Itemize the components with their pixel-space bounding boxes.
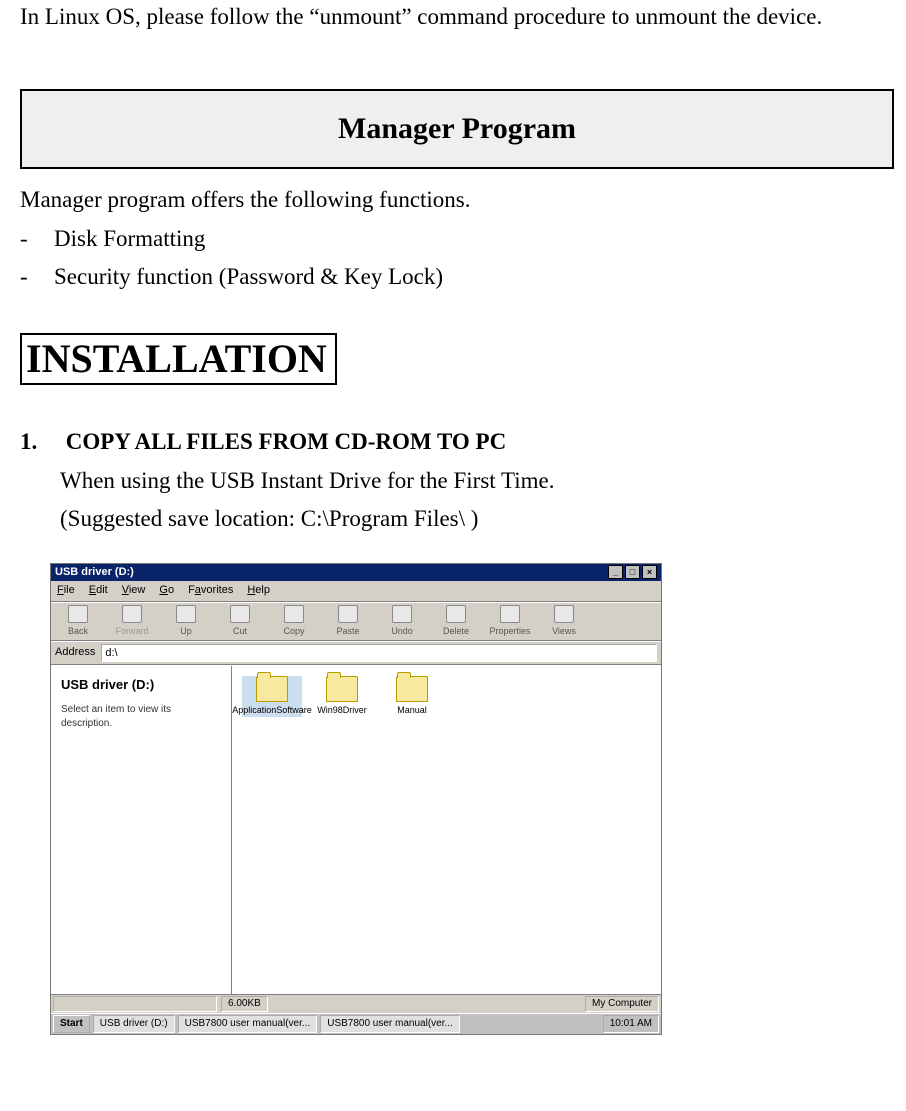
- window-controls: _ □ ×: [608, 565, 657, 579]
- folder-item[interactable]: ApplicationSoftware: [242, 676, 302, 717]
- taskbar-task[interactable]: USB7800 user manual(ver...: [320, 1015, 460, 1033]
- menu-file[interactable]: FFileile: [57, 583, 75, 599]
- menu-edit[interactable]: Edit: [89, 583, 108, 599]
- taskbar-task[interactable]: USB7800 user manual(ver...: [178, 1015, 318, 1033]
- installation-heading-text: INSTALLATION: [26, 336, 327, 381]
- folder-label: ApplicationSoftware: [232, 704, 312, 717]
- up-icon: [176, 605, 196, 623]
- copy-button[interactable]: Copy: [271, 605, 317, 638]
- address-input[interactable]: [101, 644, 657, 662]
- delete-button[interactable]: Delete: [433, 605, 479, 638]
- list-item-label: Disk Formatting: [54, 222, 205, 255]
- maximize-button[interactable]: □: [625, 565, 640, 579]
- left-pane: USB driver (D:) Select an item to view i…: [51, 666, 232, 994]
- list-item-label: Security function (Password & Key Lock): [54, 260, 443, 293]
- folder-icon: [326, 676, 358, 702]
- left-pane-title: USB driver (D:): [61, 676, 221, 695]
- taskbar: Start USB driver (D:) USB7800 user manua…: [51, 1013, 661, 1034]
- explorer-body: USB driver (D:) Select an item to view i…: [51, 665, 661, 994]
- folder-label: Manual: [397, 704, 427, 717]
- status-location: My Computer: [585, 996, 659, 1012]
- menu-view[interactable]: View: [122, 583, 146, 599]
- folder-item[interactable]: Win98Driver: [312, 676, 372, 717]
- step-title: COPY ALL FILES FROM CD-ROM TO PC: [66, 429, 506, 454]
- minimize-button[interactable]: _: [608, 565, 623, 579]
- close-button[interactable]: ×: [642, 565, 657, 579]
- menu-help[interactable]: Help: [247, 583, 270, 599]
- step-number: 1.: [20, 425, 60, 458]
- explorer-screenshot: USB driver (D:) _ □ × FFileile Edit View…: [50, 563, 662, 1035]
- cut-button[interactable]: Cut: [217, 605, 263, 638]
- status-size: 6.00KB: [221, 996, 268, 1012]
- forward-icon: [122, 605, 142, 623]
- properties-button[interactable]: Properties: [487, 605, 533, 638]
- folder-item[interactable]: Manual: [382, 676, 442, 717]
- status-bar: 6.00KB My Computer: [51, 994, 661, 1013]
- section-title-box: Manager Program: [20, 89, 894, 169]
- document-page: In Linux OS, please follow the “unmount”…: [0, 0, 906, 1045]
- functions-list: - Disk Formatting - Security function (P…: [20, 220, 894, 295]
- undo-icon: [392, 605, 412, 623]
- installation-heading: INSTALLATION: [20, 333, 337, 385]
- start-button[interactable]: Start: [53, 1015, 90, 1033]
- address-bar: Address: [51, 641, 661, 665]
- system-tray-clock: 10:01 AM: [603, 1015, 659, 1033]
- step-body-line: When using the USB Instant Drive for the…: [60, 464, 894, 497]
- forward-button[interactable]: Forward: [109, 605, 155, 638]
- dash-icon: -: [20, 222, 38, 255]
- step-body-line: (Suggested save location: C:\Program Fil…: [60, 502, 894, 535]
- intro-paragraph: Manager program offers the following fun…: [20, 183, 894, 216]
- back-button[interactable]: Back: [55, 605, 101, 638]
- lead-paragraph: In Linux OS, please follow the “unmount”…: [20, 0, 894, 33]
- section-title: Manager Program: [338, 112, 576, 145]
- folder-view[interactable]: ApplicationSoftware Win98Driver Manual: [232, 666, 661, 994]
- dash-icon: -: [20, 260, 38, 293]
- address-label: Address: [55, 645, 95, 661]
- menu-bar: FFileile Edit View Go Favorites Help: [51, 581, 661, 602]
- back-icon: [68, 605, 88, 623]
- list-item: - Disk Formatting: [20, 220, 894, 257]
- step-body: When using the USB Instant Drive for the…: [60, 464, 894, 535]
- folder-icon: [396, 676, 428, 702]
- folder-icon: [256, 676, 288, 702]
- views-icon: [554, 605, 574, 623]
- toolbar: Back Forward Up Cut Copy Paste Undo Dele…: [51, 602, 661, 641]
- title-bar: USB driver (D:) _ □ ×: [51, 564, 661, 581]
- folder-label: Win98Driver: [317, 704, 367, 717]
- properties-icon: [500, 605, 520, 623]
- up-button[interactable]: Up: [163, 605, 209, 638]
- views-button[interactable]: Views: [541, 605, 587, 638]
- copy-icon: [284, 605, 304, 623]
- left-pane-hint: Select an item to view its description.: [61, 703, 221, 732]
- undo-button[interactable]: Undo: [379, 605, 425, 638]
- status-cell: [53, 996, 217, 1012]
- step-1: 1. COPY ALL FILES FROM CD-ROM TO PC: [20, 425, 894, 458]
- title-bar-text: USB driver (D:): [55, 564, 134, 581]
- paste-button[interactable]: Paste: [325, 605, 371, 638]
- paste-icon: [338, 605, 358, 623]
- taskbar-task[interactable]: USB driver (D:): [93, 1015, 175, 1033]
- delete-icon: [446, 605, 466, 623]
- menu-favorites[interactable]: Favorites: [188, 583, 233, 599]
- menu-go[interactable]: Go: [159, 583, 174, 599]
- cut-icon: [230, 605, 250, 623]
- list-item: - Security function (Password & Key Lock…: [20, 258, 894, 295]
